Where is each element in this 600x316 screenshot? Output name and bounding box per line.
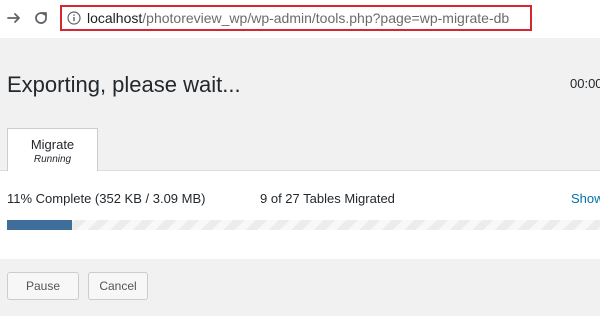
tab-label: Migrate <box>30 137 75 152</box>
progress-bar <box>7 220 600 230</box>
tables-migrated-text: 9 of 27 Tables Migrated <box>260 191 395 206</box>
url-path: /photoreview_wp/wp-admin/tools.php?page=… <box>142 10 510 26</box>
tab-migrate[interactable]: Migrate Running <box>7 128 98 171</box>
tab-status: Running <box>33 154 72 165</box>
show-details-link[interactable]: Show <box>571 191 600 206</box>
progress-panel: 11% Complete (352 KB / 3.09 MB) 9 of 27 … <box>0 170 600 259</box>
address-bar[interactable]: localhost/photoreview_wp/wp-admin/tools.… <box>60 5 532 31</box>
browser-toolbar: localhost/photoreview_wp/wp-admin/tools.… <box>0 0 600 38</box>
page-title: Exporting, please wait... <box>7 72 241 97</box>
page-body: Exporting, please wait... 00:00 Migrate … <box>0 38 600 316</box>
elapsed-timer: 00:00 <box>570 76 600 91</box>
pause-button[interactable]: Pause <box>7 272 79 300</box>
cancel-button[interactable]: Cancel <box>88 272 148 300</box>
url-host: localhost <box>87 10 143 26</box>
reload-icon[interactable] <box>29 6 53 30</box>
info-icon[interactable] <box>67 11 81 25</box>
arrow-right-icon[interactable] <box>2 6 26 30</box>
progress-complete-text: 11% Complete (352 KB / 3.09 MB) <box>7 191 206 206</box>
progress-bar-fill <box>7 220 73 230</box>
